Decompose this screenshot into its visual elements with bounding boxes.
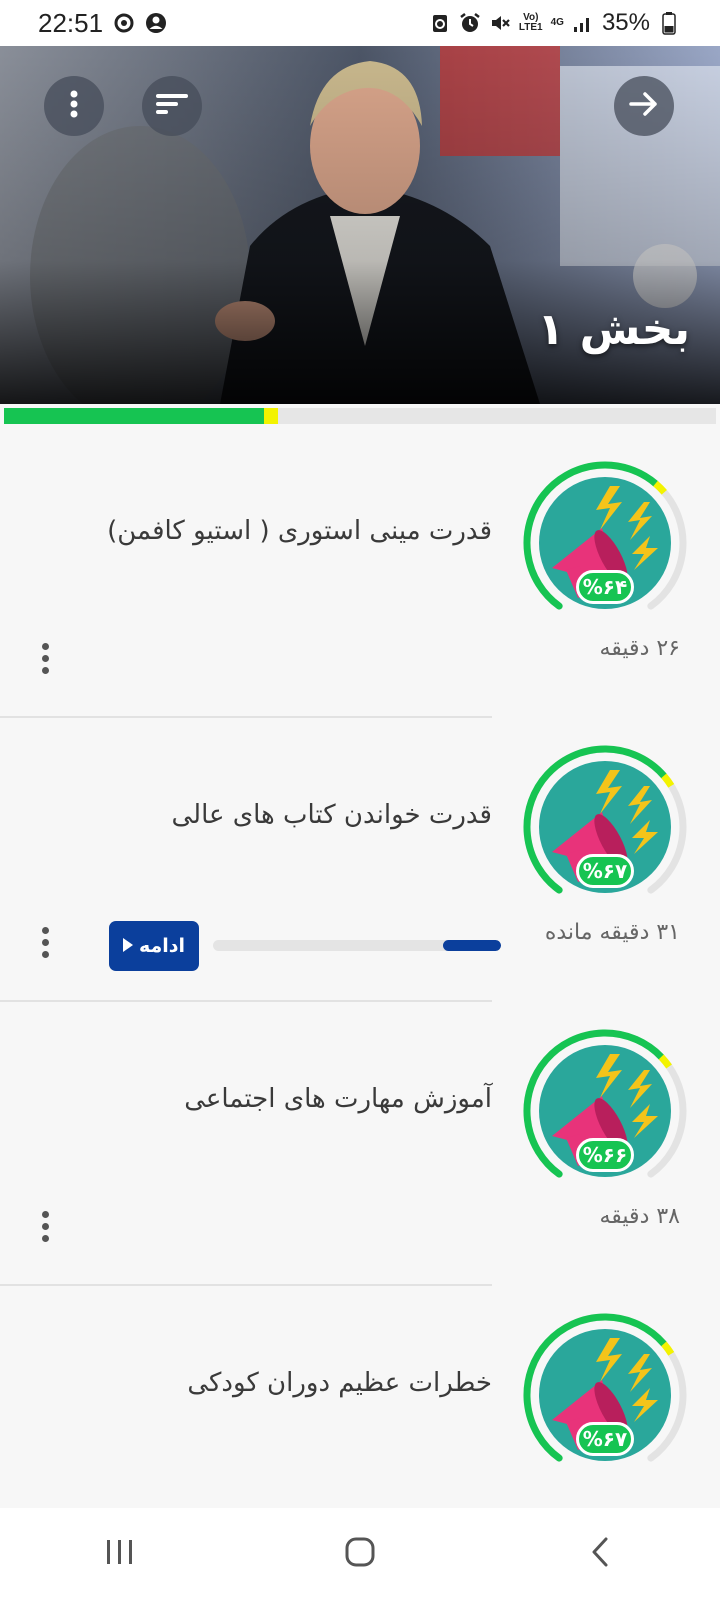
lesson-item[interactable]: %۶۷ قدرت خواندن کتاب های عالی ۳۱ دقیقه م… <box>0 712 720 1002</box>
ring-marker <box>661 773 675 788</box>
section-progress-bar <box>4 408 716 424</box>
battery-icon <box>658 12 680 35</box>
status-left: 22:51 <box>38 8 167 39</box>
hero-banner: بخش ۱ <box>0 46 720 404</box>
ring-marker <box>653 480 667 495</box>
volte-indicator: Vo) LTE1 <box>519 13 543 33</box>
battery-percent: 35% <box>601 9 650 36</box>
lesson-title[interactable]: آموزش مهارت های اجتماعی <box>184 1084 492 1114</box>
lesson-item[interactable]: %۶۶ آموزش مهارت های اجتماعی ۳۸ دقیقه <box>0 996 720 1286</box>
lesson-duration: ۳۸ دقیقه <box>599 1204 680 1229</box>
lesson-more-button[interactable] <box>30 1206 60 1246</box>
sort-button[interactable] <box>142 76 202 136</box>
network-type: 4G <box>550 17 564 28</box>
lesson-duration: ۲۶ دقیقه <box>599 636 680 661</box>
volte-bottom-text: LTE1 <box>518 22 543 33</box>
listen-progress-fill <box>443 940 501 951</box>
more-vertical-icon <box>69 89 79 123</box>
section-progress-fill <box>4 408 264 424</box>
section-progress-tip <box>264 408 278 424</box>
mute-icon <box>489 12 511 34</box>
lesson-item[interactable]: %۶۴ قدرت مینی استوری ( استیو کافمن) ۲۶ د… <box>0 428 720 718</box>
account-icon <box>145 12 167 34</box>
chevron-left-icon <box>590 1536 610 1572</box>
ring-marker <box>661 1341 675 1356</box>
status-time: 22:51 <box>38 7 104 38</box>
continue-label: ادامه <box>138 935 186 957</box>
ring-marker <box>658 1054 672 1069</box>
continue-button[interactable]: ادامه <box>109 921 199 971</box>
sync-icon <box>113 12 135 34</box>
section-title: بخش ۱ <box>537 304 690 355</box>
lesson-more-button[interactable] <box>30 922 60 962</box>
system-nav-bar <box>0 1508 720 1600</box>
lesson-more-button[interactable] <box>30 638 60 678</box>
lesson-percent-badge: %۶۴ <box>576 570 634 604</box>
home-icon <box>344 1536 376 1572</box>
lesson-percent-badge: %۶۷ <box>576 854 634 888</box>
alarm-icon <box>459 12 481 34</box>
back-button[interactable] <box>614 76 674 136</box>
status-right: Vo) LTE1 4G 35% <box>429 9 680 37</box>
recycle-icon <box>429 12 451 34</box>
home-button[interactable] <box>320 1524 400 1584</box>
system-back-button[interactable] <box>560 1524 640 1584</box>
listen-progress-bar[interactable] <box>213 940 501 951</box>
lesson-duration: ۳۱ دقیقه مانده <box>544 920 680 945</box>
sort-icon <box>156 92 188 120</box>
arrow-right-icon <box>629 91 659 121</box>
lesson-title[interactable]: قدرت خواندن کتاب های عالی <box>171 800 492 830</box>
recent-apps-button[interactable] <box>80 1524 160 1584</box>
signal-icon <box>572 12 594 34</box>
recent-apps-icon <box>105 1538 135 1570</box>
lesson-percent-badge: %۶۷ <box>576 1422 634 1456</box>
more-options-button[interactable] <box>44 76 104 136</box>
status-bar: 22:51 Vo) LTE1 4G 35% <box>0 0 720 46</box>
lesson-percent-badge: %۶۶ <box>576 1138 634 1172</box>
lesson-title[interactable]: قدرت مینی استوری ( استیو کافمن) <box>107 516 492 546</box>
play-icon <box>122 935 133 957</box>
lesson-title[interactable]: خطرات عظیم دوران کودکی <box>187 1368 492 1398</box>
